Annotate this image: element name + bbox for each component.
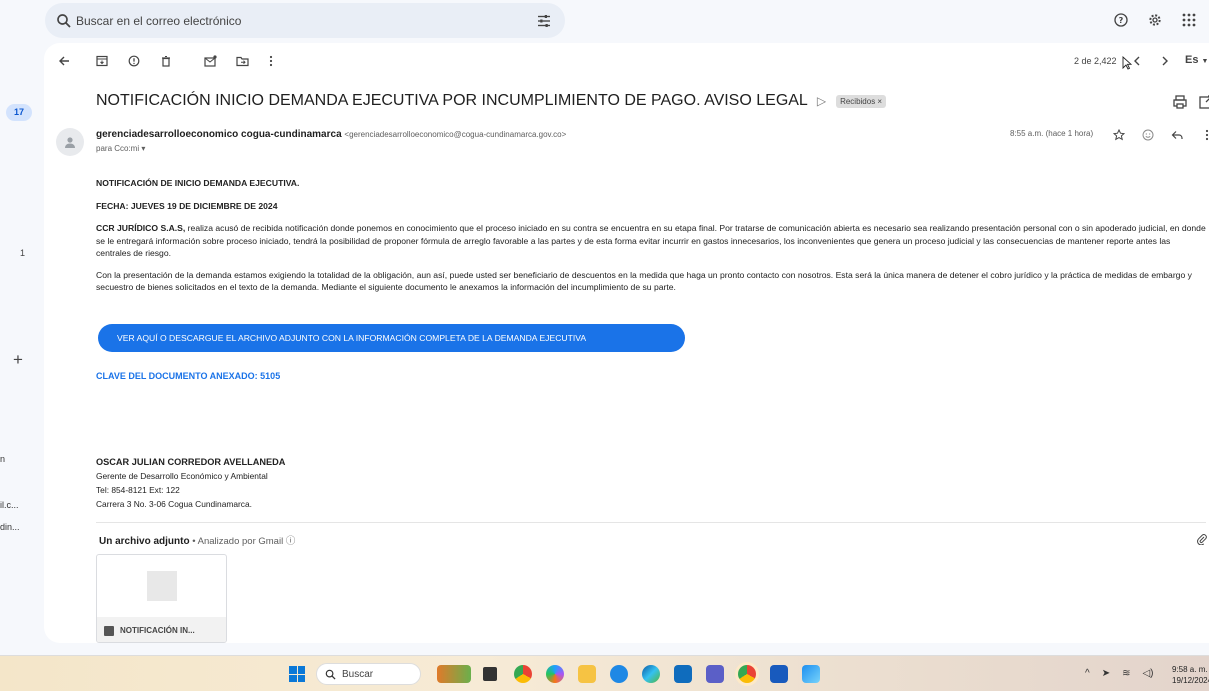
reply-icon[interactable]: [1169, 127, 1185, 143]
important-marker-icon[interactable]: ▷: [817, 94, 826, 108]
rail-item[interactable]: il.c...: [0, 500, 19, 510]
search-icon: [325, 669, 336, 680]
emoji-reaction-icon[interactable]: [1140, 127, 1156, 143]
company-name: CCR JURÍDICO S.A.S,: [96, 223, 186, 233]
rail-item[interactable]: din...: [0, 522, 20, 532]
location-icon[interactable]: ➤: [1102, 668, 1110, 679]
volume-icon[interactable]: ◁): [1142, 668, 1153, 679]
apps-grid-icon[interactable]: [1179, 10, 1199, 30]
paragraph-text: realiza acusó de recibida notificación d…: [96, 223, 1206, 258]
sender-name[interactable]: gerenciadesarrolloeconomico cogua-cundin…: [96, 129, 342, 140]
search-input[interactable]: [76, 3, 516, 38]
task-view-icon[interactable]: [483, 667, 497, 681]
report-spam-icon[interactable]: [126, 53, 142, 69]
attachment-name: NOTIFICACIÓN IN...: [120, 626, 195, 635]
mark-unread-icon[interactable]: [202, 53, 218, 69]
body-paragraph: Con la presentación de la demanda estamo…: [96, 269, 1192, 293]
chevron-down-icon: ▼: [1201, 58, 1209, 65]
search-icon[interactable]: [55, 12, 73, 30]
top-right-icons: ?: [1111, 10, 1199, 30]
search-bar: [45, 3, 565, 38]
more-options-icon[interactable]: [263, 53, 279, 69]
signature-title: Gerente de Desarrollo Económico y Ambien…: [96, 471, 268, 481]
language-label: Es: [1185, 54, 1199, 66]
attachment-card[interactable]: NOTIFICACIÓN IN...: [96, 554, 227, 643]
pagination-counter: 2 de 2,422: [1074, 56, 1117, 66]
zip-file-icon: [147, 571, 177, 601]
teams-icon[interactable]: [706, 665, 724, 683]
widgets-icon[interactable]: [437, 665, 471, 683]
subject-text: NOTIFICACIÓN INICIO DEMANDA EJECUTIVA PO…: [96, 92, 808, 109]
wifi-icon[interactable]: ≋: [1122, 668, 1130, 679]
sender-avatar[interactable]: [56, 128, 84, 156]
system-tray: ^ ➤ ≋ ◁): [1085, 668, 1154, 679]
body-date: FECHA: JUEVES 19 DE DICIEMBRE DE 2024: [96, 200, 278, 211]
copilot-icon[interactable]: [546, 665, 564, 683]
document-key: CLAVE DEL DOCUMENTO ANEXADO: 5105: [96, 371, 281, 381]
next-email-icon[interactable]: [1157, 53, 1173, 69]
sender-email: <gerenciadesarrolloeconomico@cogua-cundi…: [344, 130, 567, 139]
chrome-active-icon[interactable]: [738, 665, 756, 683]
system-clock[interactable]: 9:58 a. m. 19/12/2024: [1172, 664, 1209, 686]
outlook-icon[interactable]: [674, 665, 692, 683]
body-heading: NOTIFICACIÓN DE INICIO DEMANDA EJECUTIVA…: [96, 178, 300, 188]
filter-options-icon[interactable]: [535, 12, 553, 30]
attachments-title: Un archivo adjunto: [99, 536, 190, 547]
email-view: 2 de 2,422 Es ▼ NOTIFICACIÓN INICIO DEMA…: [44, 43, 1209, 643]
archive-icon[interactable]: [94, 53, 110, 69]
signature-address: Carrera 3 No. 3-06 Cogua Cundinamarca.: [96, 499, 252, 509]
signature: OSCAR JULIAN CORREDOR AVELLANEDA Gerente…: [96, 455, 285, 511]
language-selector[interactable]: Es ▼: [1185, 54, 1208, 66]
folder-count: 1: [20, 248, 26, 258]
body-paragraph: CCR JURÍDICO S.A.S, realiza acusó de rec…: [96, 222, 1206, 260]
scan-notice: • Analizado por Gmail ⓘ: [189, 536, 296, 547]
open-new-window-icon[interactable]: [1198, 94, 1209, 110]
print-icon[interactable]: [1172, 94, 1188, 110]
email-body: NOTIFICACIÓN DE INICIO DEMANDA EJECUTIVA…: [96, 177, 1206, 303]
word-icon[interactable]: [770, 665, 788, 683]
previous-email-icon[interactable]: [1129, 53, 1145, 69]
star-icon[interactable]: [1111, 127, 1127, 143]
email-timestamp: 8:55 a.m. (hace 1 hora): [1010, 129, 1094, 138]
sender-line: gerenciadesarrolloeconomico cogua-cundin…: [96, 129, 566, 140]
document-icon: [104, 625, 114, 636]
telegram-icon[interactable]: [610, 665, 628, 683]
back-arrow-icon[interactable]: [56, 53, 72, 69]
email-subject: NOTIFICACIÓN INICIO DEMANDA EJECUTIVA PO…: [96, 92, 887, 110]
attachments-header: Un archivo adjunto • Analizado por Gmail…: [99, 533, 295, 547]
edge-icon[interactable]: [642, 665, 660, 683]
windows-start-icon[interactable]: [289, 666, 305, 682]
settings-gear-icon[interactable]: [1145, 10, 1165, 30]
file-explorer-icon[interactable]: [578, 665, 596, 683]
recipients-dropdown[interactable]: para Cco:mi ▾: [96, 144, 145, 153]
move-to-folder-icon[interactable]: [234, 53, 250, 69]
rail-item[interactable]: n: [0, 454, 5, 464]
svg-text:?: ?: [1119, 16, 1124, 25]
clock-date: 19/12/2024: [1172, 676, 1209, 685]
email-toolbar: 2 de 2,422 Es ▼: [44, 43, 1209, 79]
windows-taskbar: Buscar ^ ➤ ≋ ◁) 9:58 a. m. 19/12/2024: [0, 655, 1209, 691]
attachment-clip-icon[interactable]: [1196, 533, 1207, 545]
signature-phone: Tel: 854-8121 Ext: 122: [96, 485, 180, 495]
signature-name: OSCAR JULIAN CORREDOR AVELLANEDA: [96, 457, 286, 467]
inbox-count-badge: 17: [6, 104, 32, 121]
help-icon[interactable]: ?: [1111, 10, 1131, 30]
inbox-label-chip[interactable]: Recibidos ×: [836, 94, 887, 108]
download-attachment-button[interactable]: VER AQUÍ O DESCARGUE EL ARCHIVO ADJUNTO …: [98, 324, 685, 352]
delete-trash-icon[interactable]: [158, 53, 174, 69]
message-more-icon[interactable]: [1199, 127, 1209, 143]
clock-time: 9:58 a. m.: [1172, 665, 1208, 674]
taskbar-search-label: Buscar: [342, 668, 374, 680]
left-rail: 17 1 + n il.c... din...: [0, 0, 44, 655]
attachment-footer: NOTIFICACIÓN IN...: [97, 617, 226, 642]
chevron-up-icon[interactable]: ^: [1085, 668, 1090, 679]
add-label-button[interactable]: +: [13, 350, 23, 370]
chrome-icon[interactable]: [514, 665, 532, 683]
divider: [96, 522, 1206, 523]
photos-icon[interactable]: [802, 665, 820, 683]
taskbar-search[interactable]: Buscar: [316, 663, 421, 685]
